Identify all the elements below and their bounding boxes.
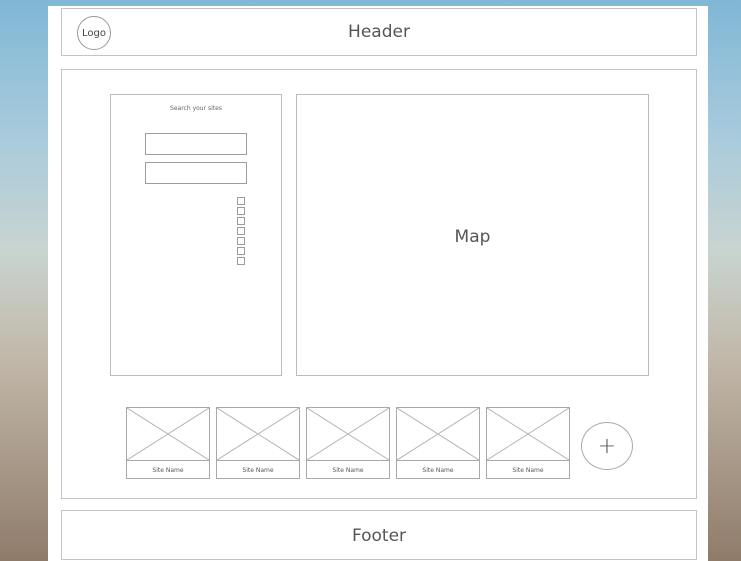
filter-checkbox[interactable] [237,257,245,265]
header: Logo Header [61,8,697,56]
search-input-1[interactable] [145,133,247,155]
image-placeholder-icon [397,408,479,460]
wireframe-canvas: Logo Header Search your sites Map Site N… [48,6,708,561]
add-site-button[interactable]: + [581,422,633,470]
site-card[interactable]: Site Name [306,407,390,479]
filter-checkbox[interactable] [237,207,245,215]
site-name: Site Name [487,460,569,479]
filter-checkbox[interactable] [237,197,245,205]
site-name: Site Name [397,460,479,479]
filter-checkbox[interactable] [237,227,245,235]
search-panel-title: Search your sites [170,105,222,112]
map-label: Map [454,227,491,247]
site-card[interactable]: Site Name [486,407,570,479]
site-card[interactable]: Site Name [126,407,210,479]
footer-title: Footer [351,526,407,546]
site-card[interactable]: Site Name [216,407,300,479]
map-panel[interactable]: Map [296,94,649,376]
search-input-2[interactable] [145,162,247,184]
search-panel: Search your sites [110,94,282,376]
site-name: Site Name [307,460,389,479]
image-placeholder-icon [307,408,389,460]
image-placeholder-icon [217,408,299,460]
main-content: Search your sites Map Site Name Site Nam… [61,69,697,499]
filter-checkbox[interactable] [237,247,245,255]
image-placeholder-icon [127,408,209,460]
site-name: Site Name [127,460,209,479]
header-title: Header [348,22,410,42]
site-name: Site Name [217,460,299,479]
filter-checkbox[interactable] [237,237,245,245]
plus-icon: + [597,433,617,459]
site-card[interactable]: Site Name [396,407,480,479]
footer: Footer [61,510,697,560]
image-placeholder-icon [487,408,569,460]
filter-checkbox[interactable] [237,217,245,225]
